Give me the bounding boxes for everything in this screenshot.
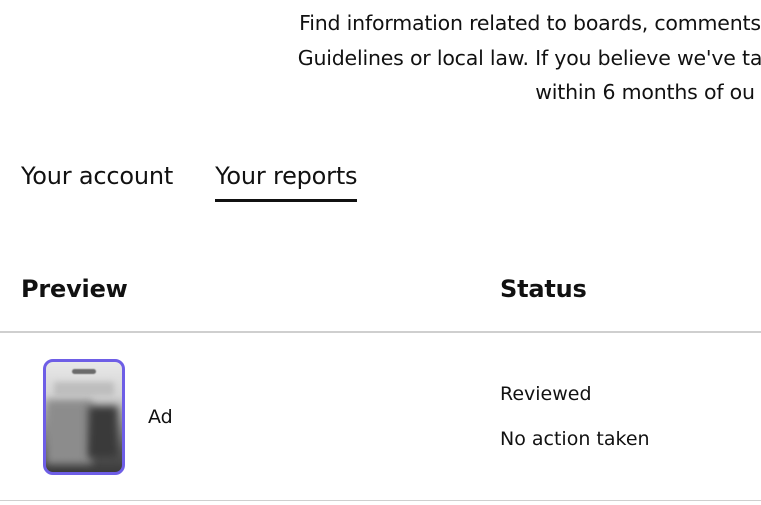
thumbnail-blur-region: [88, 406, 118, 458]
thumbnail-blur-region: [54, 382, 114, 396]
report-thumbnail[interactable]: [43, 359, 125, 475]
tab-bar: Your account Your reports: [21, 162, 358, 202]
report-status-detail: No action taken: [500, 428, 650, 450]
reports-page: Find information related to boards, comm…: [0, 0, 761, 505]
intro-line: within 6 months of ou: [535, 80, 755, 104]
intro-text: Find information related to boards, comm…: [180, 6, 761, 110]
report-status: Reviewed: [500, 383, 592, 405]
tab-your-reports[interactable]: Your reports: [215, 162, 358, 202]
thumbnail-pill: [72, 369, 96, 374]
intro-line: Guidelines or local law. If you believe …: [297, 45, 761, 70]
table-divider: [0, 500, 761, 501]
thumbnail-blur-region: [46, 400, 92, 464]
column-header-preview: Preview: [21, 275, 128, 303]
report-type-label: Ad: [148, 406, 173, 428]
column-header-status: Status: [500, 275, 587, 303]
intro-line: Find information related to boards, comm…: [299, 11, 761, 35]
tab-your-account[interactable]: Your account: [21, 162, 173, 202]
table-divider: [0, 331, 761, 333]
